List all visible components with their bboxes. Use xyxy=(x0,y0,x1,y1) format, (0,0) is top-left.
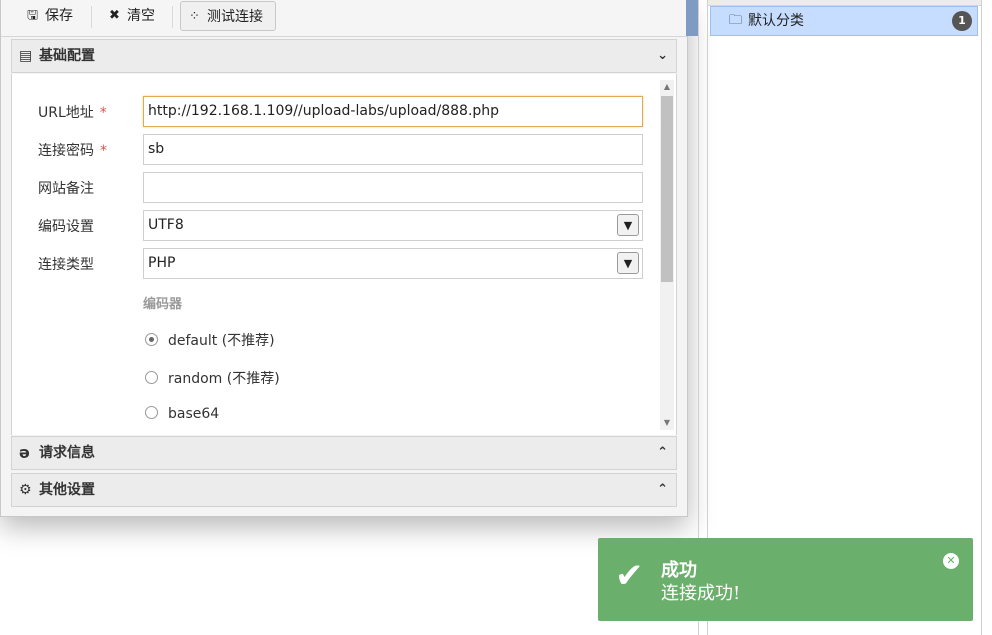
chevron-down-icon[interactable]: ▼ xyxy=(617,252,639,274)
background-list-strip xyxy=(686,0,698,36)
category-item-default[interactable]: 🗀 默认分类 1 xyxy=(710,6,978,36)
type-select[interactable]: PHP ▼ xyxy=(143,248,643,279)
type-select-value: PHP xyxy=(148,255,176,271)
panel-basic-config-title: 基础配置 xyxy=(39,48,95,64)
form-scrollbar[interactable]: ▲ ▼ xyxy=(660,80,674,430)
type-label: 连接类型 xyxy=(38,257,94,273)
panel-request-info-title: 请求信息 xyxy=(39,445,95,461)
x-icon: ✖ xyxy=(109,8,120,23)
shell-config-dialog: 🖫 保存 ✖ 清空 ⁘ 测试连接 ▤ 基础配置 ⌄ URL地址 * http://… xyxy=(0,0,688,517)
save-button-label: 保存 xyxy=(45,8,73,24)
dialog-toolbar: 🖫 保存 ✖ 清空 ⁘ 测试连接 xyxy=(1,0,687,37)
url-label: URL地址 * xyxy=(38,105,107,121)
floppy-icon: 🖫 xyxy=(27,8,39,23)
test-connection-button[interactable]: ⁘ 测试连接 xyxy=(180,1,276,31)
password-input-value: sb xyxy=(148,141,165,157)
clear-button-label: 清空 xyxy=(127,8,155,24)
toast-message: 连接成功! xyxy=(661,583,741,604)
toolbar-divider xyxy=(91,6,92,28)
encoder-group-title: 编码器 xyxy=(143,297,183,312)
panel-request-info-header[interactable]: ə 请求信息 ⌃ xyxy=(11,436,677,470)
check-icon: ✔ xyxy=(615,556,644,596)
e-icon: ə xyxy=(19,443,30,462)
note-label: 网站备注 xyxy=(38,181,94,197)
clear-button[interactable]: ✖ 清空 xyxy=(101,1,167,31)
test-connection-label: 测试连接 xyxy=(207,9,263,25)
divider xyxy=(981,0,982,635)
chevron-up-icon: ⌃ xyxy=(657,445,668,460)
note-input[interactable] xyxy=(143,172,643,203)
chevron-up-icon: ⌃ xyxy=(657,482,668,497)
encoding-label: 编码设置 xyxy=(38,219,94,235)
encoding-select[interactable]: UTF8 ▼ xyxy=(143,210,643,241)
radio-button[interactable] xyxy=(145,371,158,384)
success-toast: ✔ 成功 连接成功! ✕ xyxy=(598,538,973,621)
count-badge: 1 xyxy=(952,11,972,31)
panel-basic-config-header[interactable]: ▤ 基础配置 ⌄ xyxy=(11,39,677,73)
encoding-select-value: UTF8 xyxy=(148,217,184,233)
scrollbar-thumb[interactable] xyxy=(661,96,673,282)
encoder-option-default[interactable]: default (不推荐) xyxy=(145,330,275,350)
toolbar-divider xyxy=(172,6,173,28)
close-icon[interactable]: ✕ xyxy=(943,553,959,569)
scroll-up-arrow-icon[interactable]: ▲ xyxy=(660,80,674,94)
chevron-down-icon: ⌄ xyxy=(657,48,668,63)
panel-other-settings-title: 其他设置 xyxy=(39,482,95,498)
scroll-down-arrow-icon[interactable]: ▼ xyxy=(660,416,674,430)
radio-button[interactable] xyxy=(145,333,158,346)
encoder-option-base64[interactable]: base64 xyxy=(145,406,219,422)
encoder-option-random[interactable]: random (不推荐) xyxy=(145,368,280,388)
radio-button[interactable] xyxy=(145,406,158,419)
save-button[interactable]: 🖫 保存 xyxy=(19,1,85,31)
password-label: 连接密码 * xyxy=(38,143,107,159)
spinner-icon: ⁘ xyxy=(189,9,200,24)
gears-icon: ⚙ xyxy=(19,482,32,498)
folder-icon: 🗀 xyxy=(729,13,743,28)
basic-config-form: URL地址 * http://192.168.1.109//upload-labs… xyxy=(11,74,677,435)
url-input[interactable]: http://192.168.1.109//upload-labs/upload… xyxy=(143,96,643,127)
file-icon: ▤ xyxy=(19,48,33,64)
panel-other-settings-header[interactable]: ⚙ 其他设置 ⌃ xyxy=(11,473,677,507)
url-input-value: http://192.168.1.109//upload-labs/upload… xyxy=(148,103,500,119)
chevron-down-icon[interactable]: ▼ xyxy=(617,214,639,236)
password-input[interactable]: sb xyxy=(143,134,643,165)
category-label: 默认分类 xyxy=(748,13,804,29)
